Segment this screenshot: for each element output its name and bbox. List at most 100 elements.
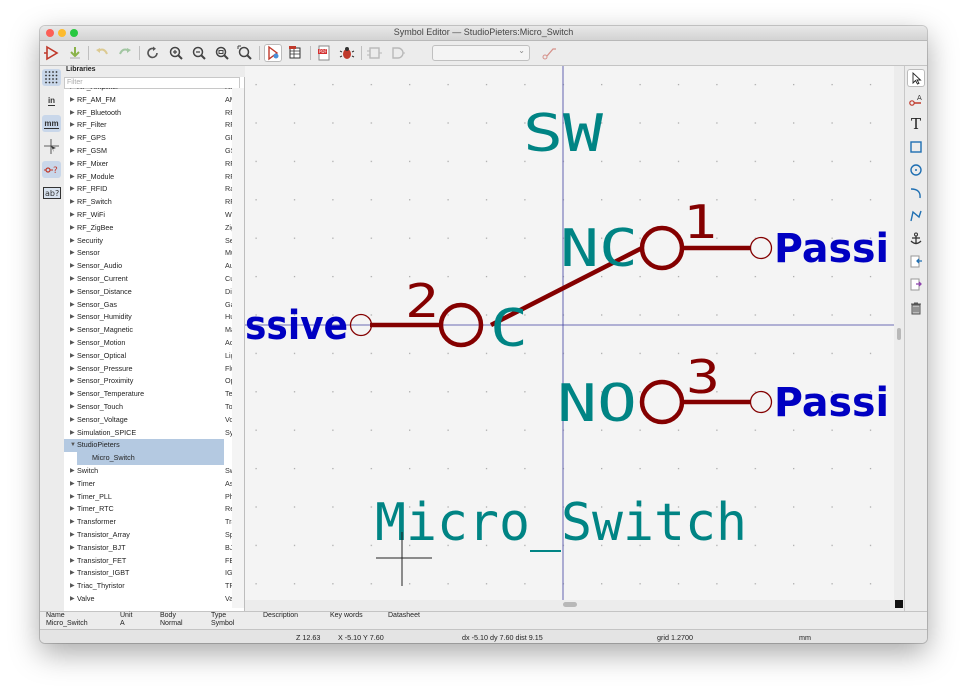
pin-table-icon[interactable]: [540, 44, 558, 62]
library-item[interactable]: ▶ Sensor_Audio Au: [64, 260, 244, 273]
library-item[interactable]: ▶ Sensor_Gas Ga: [64, 299, 244, 312]
show-pin-electrical-type-icon[interactable]: [264, 44, 282, 62]
add-arc-icon[interactable]: [907, 184, 925, 202]
library-item[interactable]: ▶ Triac_Thyristor TR: [64, 580, 244, 593]
units-inches-button[interactable]: in: [42, 92, 61, 109]
chevron-right-icon[interactable]: ▶: [70, 222, 75, 235]
canvas-vertical-scrollbar[interactable]: [894, 66, 904, 600]
library-item[interactable]: ▶ RF_ZigBee Zig: [64, 222, 244, 235]
library-item[interactable]: ▶ Sensor Mu: [64, 247, 244, 260]
redo-icon[interactable]: [116, 44, 134, 62]
zoom-in-icon[interactable]: [167, 44, 185, 62]
chevron-right-icon[interactable]: ▶: [70, 401, 75, 414]
electrical-rules-check-icon[interactable]: [338, 44, 356, 62]
zoom-selection-icon[interactable]: [236, 44, 254, 62]
library-item[interactable]: ▶ RF_Filter RF: [64, 119, 244, 132]
library-tree-scrollbar[interactable]: [232, 88, 244, 608]
chevron-right-icon[interactable]: ▶: [70, 286, 75, 299]
chevron-right-icon[interactable]: ▶: [70, 375, 75, 388]
value-field[interactable]: Micro_Switch: [375, 493, 747, 553]
chevron-right-icon[interactable]: ▶: [70, 363, 75, 376]
chevron-right-icon[interactable]: ▶: [70, 119, 75, 132]
zoom-out-icon[interactable]: [190, 44, 208, 62]
symbol-table-icon[interactable]: [287, 44, 305, 62]
undo-icon[interactable]: [93, 44, 111, 62]
units-mm-button[interactable]: mm: [42, 115, 61, 132]
chevron-right-icon[interactable]: ▶: [70, 478, 75, 491]
add-polyline-icon[interactable]: [907, 207, 925, 225]
library-item[interactable]: ▶ Sensor_Pressure Flu: [64, 363, 244, 376]
library-item[interactable]: ▶ Sensor_Proximity Op: [64, 375, 244, 388]
save-symbol-icon[interactable]: [66, 44, 84, 62]
library-item[interactable]: ▶ Sensor_Temperature Ter: [64, 388, 244, 401]
library-item[interactable]: ▶ Transformer Tra: [64, 516, 244, 529]
library-item[interactable]: ▶ RF_WiFi Wi: [64, 209, 244, 222]
library-item[interactable]: ▶ Sensor_Motion Ac: [64, 337, 244, 350]
unit-selector-dropdown[interactable]: ⌄: [432, 45, 530, 61]
chevron-right-icon[interactable]: ▶: [70, 324, 75, 337]
export-graphics-icon[interactable]: [907, 276, 925, 294]
chevron-right-icon[interactable]: ▶: [70, 158, 75, 171]
library-item[interactable]: ▶ Transistor_Array Sp: [64, 529, 244, 542]
chevron-right-icon[interactable]: ▶: [70, 171, 75, 184]
delete-tool-icon[interactable]: [907, 299, 925, 317]
chevron-right-icon[interactable]: ▶: [70, 260, 75, 273]
library-item[interactable]: ▶ Sensor_Distance Dis: [64, 286, 244, 299]
chevron-right-icon[interactable]: ▶: [70, 580, 75, 593]
chevron-right-icon[interactable]: ▶: [70, 491, 75, 504]
chevron-down-icon[interactable]: ▼: [70, 439, 76, 452]
vertical-scroll-thumb[interactable]: [897, 328, 901, 340]
refresh-icon[interactable]: [144, 44, 162, 62]
library-item[interactable]: ▶ Sensor_Touch Tou: [64, 401, 244, 414]
chevron-right-icon[interactable]: ▶: [70, 209, 75, 222]
chevron-right-icon[interactable]: ▶: [70, 94, 75, 107]
anchor-icon[interactable]: [907, 230, 925, 248]
full-crosshair-icon[interactable]: [42, 138, 61, 155]
library-item[interactable]: ▶ RF_GPS GP: [64, 132, 244, 145]
library-item[interactable]: ▶ Simulation_SPICE Sy: [64, 427, 244, 440]
add-pin-icon[interactable]: A: [907, 92, 925, 110]
chevron-right-icon[interactable]: ▶: [70, 555, 75, 568]
zoom-fit-icon[interactable]: [213, 44, 231, 62]
library-item[interactable]: ▼ StudioPieters: [64, 439, 224, 453]
de-morgan-icon[interactable]: [389, 44, 407, 62]
library-item[interactable]: ▶ Transistor_FET FE: [64, 555, 244, 568]
library-item[interactable]: ▶ Timer_RTC Re: [64, 503, 244, 516]
chevron-right-icon[interactable]: ▶: [70, 311, 75, 324]
library-item[interactable]: ▶ RF_AM_FM AM: [64, 94, 244, 107]
datasheet-pdf-icon[interactable]: PDF: [315, 44, 333, 62]
library-item[interactable]: ▶ Sensor_Magnetic Ma: [64, 324, 244, 337]
chevron-right-icon[interactable]: ▶: [70, 567, 75, 580]
chevron-right-icon[interactable]: ▶: [70, 503, 75, 516]
library-item[interactable]: ▶ RF_GSM GS: [64, 145, 244, 158]
grid-toggle-icon[interactable]: [42, 69, 61, 86]
add-rectangle-icon[interactable]: [907, 138, 925, 156]
symbol-drawing[interactable]: SW Micro_Switch 1 NC Passi 2 C ssive 3 N…: [245, 66, 894, 600]
chevron-right-icon[interactable]: ▶: [70, 132, 75, 145]
library-item[interactable]: ▶Transistor_IGBTIGE: [64, 567, 244, 580]
library-item[interactable]: ▶ Transistor_BJT BJ: [64, 542, 244, 555]
chevron-right-icon[interactable]: ▶: [70, 145, 75, 158]
chevron-right-icon[interactable]: ▶: [70, 465, 75, 478]
library-item[interactable]: ▶ Sensor_Voltage Vo: [64, 414, 244, 427]
chevron-right-icon[interactable]: ▶: [70, 183, 75, 196]
chevron-right-icon[interactable]: ▶: [70, 235, 75, 248]
show-pin-types-icon[interactable]: ?: [42, 161, 61, 178]
library-item[interactable]: ▶ Timer As: [64, 478, 244, 491]
chevron-right-icon[interactable]: ▶: [70, 542, 75, 555]
library-item[interactable]: ▶ Valve Va: [64, 593, 244, 606]
library-item[interactable]: ▶ RF_RFID Ra: [64, 183, 244, 196]
chevron-right-icon[interactable]: ▶: [70, 299, 75, 312]
chevron-right-icon[interactable]: ▶: [70, 247, 75, 260]
pin-name-abc-icon[interactable]: ab?: [42, 184, 61, 201]
library-item[interactable]: ▶ RF_Mixer RF: [64, 158, 244, 171]
chevron-right-icon[interactable]: ▶: [70, 427, 75, 440]
library-item[interactable]: ▶ RF_Bluetooth RF: [64, 107, 244, 120]
import-graphics-icon[interactable]: [907, 253, 925, 271]
new-symbol-icon[interactable]: [43, 44, 61, 62]
chevron-right-icon[interactable]: ▶: [70, 529, 75, 542]
chevron-right-icon[interactable]: ▶: [70, 388, 75, 401]
chevron-right-icon[interactable]: ▶: [70, 414, 75, 427]
library-item[interactable]: ▶ Sensor_Current Cu: [64, 273, 244, 286]
symbol-canvas[interactable]: SW Micro_Switch 1 NC Passi 2 C ssive 3 N…: [245, 66, 894, 600]
